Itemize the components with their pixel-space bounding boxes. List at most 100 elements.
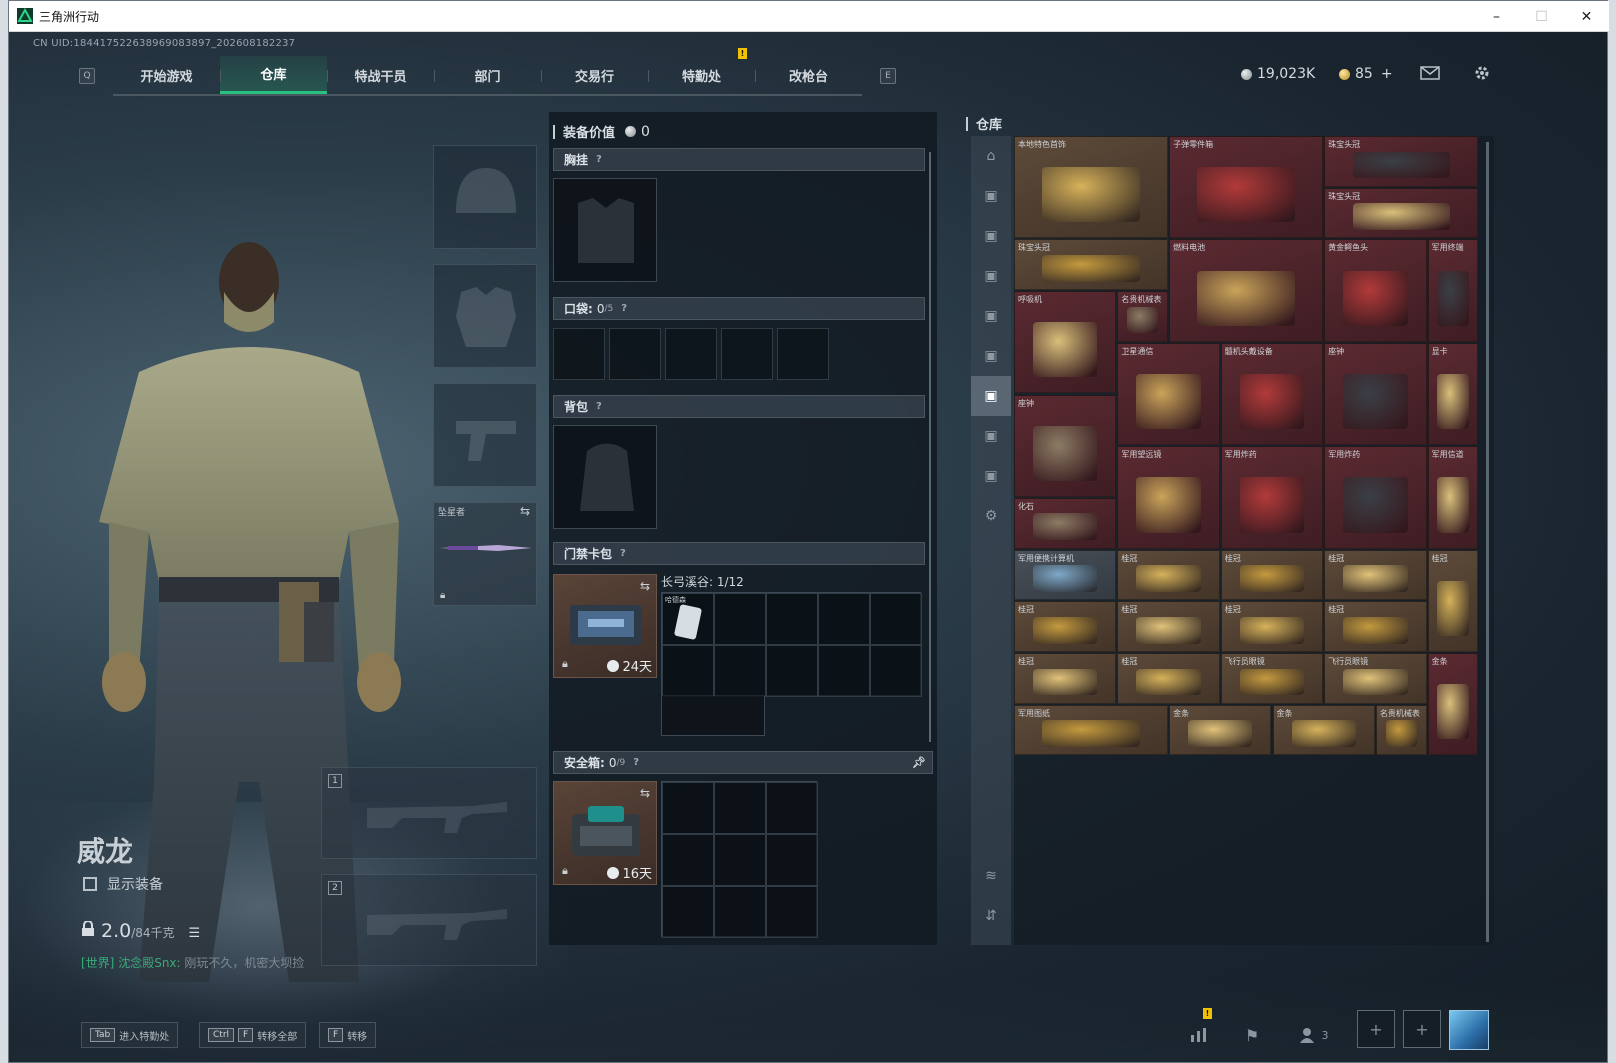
chest-rig-slot[interactable] [553, 178, 657, 282]
tab-special-service[interactable]: 特勤处! [648, 48, 755, 94]
safe-box-slot[interactable] [662, 886, 714, 938]
tab-department[interactable]: 部门 [434, 56, 541, 94]
warehouse-item[interactable]: 飞行员眼镜 [1324, 653, 1427, 704]
warehouse-page-3-icon[interactable]: ▣ [971, 256, 1011, 296]
warehouse-item[interactable]: 黄金鳄鱼头 [1324, 239, 1427, 342]
keycard-slot[interactable] [870, 593, 922, 645]
transfer-all-hint[interactable]: Ctrl F 转移全部 [199, 1022, 307, 1048]
keycard-slot[interactable]: 哈德森 [662, 593, 714, 645]
keycard-slot[interactable] [818, 593, 870, 645]
tab-start-game[interactable]: 开始游戏 [113, 56, 220, 94]
primary-weapon-slot-2[interactable]: 2 [321, 874, 537, 966]
warehouse-item[interactable]: 军用终端 [1427, 239, 1479, 342]
add-currency-button[interactable]: + [1381, 66, 1393, 82]
warehouse-settings-gear-icon[interactable]: ⚙ [971, 496, 1011, 536]
warehouse-item[interactable]: 名贵机械表 [1117, 291, 1169, 342]
warehouse-item[interactable]: 桂冠 [1014, 653, 1117, 704]
pocket-slot[interactable] [609, 328, 661, 380]
enter-special-service-hint[interactable]: Tab 进入特勤处 [81, 1022, 179, 1048]
show-equipment-toggle[interactable]: 显示装备 [83, 874, 163, 894]
show-equipment-checkbox[interactable] [83, 877, 97, 891]
pocket-slot[interactable] [777, 328, 829, 380]
prev-tab-key[interactable]: Q [79, 68, 95, 84]
pin-icon[interactable]: 📌︎ [912, 756, 926, 769]
safe-box-item[interactable]: ⇆ 🔒︎ 16天 [553, 781, 657, 885]
swap-icon[interactable]: ⇆ [520, 504, 530, 518]
warehouse-scrollbar[interactable] [1486, 142, 1489, 942]
safe-box-slot[interactable] [766, 886, 818, 938]
tab-operators[interactable]: 特战干员 [327, 56, 434, 94]
warehouse-item[interactable]: 军用望远镜 [1117, 446, 1220, 549]
safe-box-slot[interactable] [714, 782, 766, 834]
warehouse-page-5-icon[interactable]: ▣ [971, 336, 1011, 376]
backpack-slot[interactable] [553, 425, 657, 529]
swap-icon[interactable]: ⇆ [640, 579, 650, 593]
warehouse-item[interactable]: 军用便携计算机 [1014, 549, 1117, 601]
warehouse-item[interactable]: 座钟 [1014, 394, 1117, 497]
melee-slot[interactable]: 坠星者 ⇆ 🔒︎ [433, 502, 537, 606]
player-avatar[interactable] [1449, 1010, 1489, 1050]
pocket-slot[interactable] [665, 328, 717, 380]
keycard-slot[interactable] [662, 645, 714, 697]
warehouse-page-6-icon[interactable]: ▣ [971, 376, 1011, 416]
tab-trading[interactable]: 交易行 [541, 56, 648, 94]
warehouse-item[interactable]: 军用图纸 [1014, 704, 1169, 756]
warehouse-all-icon[interactable]: ⌂ [971, 136, 1011, 176]
next-tab-key[interactable]: E [880, 68, 896, 84]
warehouse-item[interactable]: 金条 [1272, 704, 1375, 756]
warehouse-page-1-icon[interactable]: ▣ [971, 176, 1011, 216]
tab-warehouse[interactable]: 仓库 [220, 56, 327, 94]
safe-box-slot[interactable] [662, 834, 714, 886]
help-icon[interactable]: ? [596, 154, 602, 165]
warehouse-item[interactable]: 本地特色首饰 [1014, 136, 1169, 239]
close-button[interactable]: ✕ [1564, 1, 1609, 32]
warehouse-item[interactable]: 珠宝头冠 [1014, 239, 1169, 291]
add-squad-slot-button[interactable]: + [1403, 1010, 1441, 1048]
keycard-slot[interactable] [818, 645, 870, 697]
warehouse-item[interactable]: 座钟 [1324, 342, 1427, 446]
warehouse-item[interactable]: 桂冠 [1324, 549, 1427, 601]
tab-gunsmith[interactable]: 改枪台 [755, 56, 862, 94]
warehouse-item[interactable]: 桂冠 [1427, 549, 1479, 652]
warehouse-item[interactable]: 桂冠 [1324, 601, 1427, 652]
keycard-slot[interactable] [766, 593, 818, 645]
warehouse-item[interactable]: 金条 [1169, 704, 1272, 756]
add-squad-slot-button[interactable]: + [1357, 1010, 1395, 1048]
warehouse-item[interactable]: 名贵机械表 [1375, 704, 1427, 756]
safe-box-slot[interactable] [766, 834, 818, 886]
warehouse-item[interactable]: 金条 [1427, 653, 1479, 756]
warehouse-item[interactable]: 桂冠 [1014, 601, 1117, 652]
warehouse-item[interactable]: 珠宝头冠 [1324, 187, 1479, 239]
safe-box-slot[interactable] [766, 782, 818, 834]
flag-icon[interactable]: ⚑ [1237, 1022, 1267, 1048]
warehouse-page-7-icon[interactable]: ▣ [971, 416, 1011, 456]
friends-icon[interactable]: 3 [1291, 1022, 1337, 1048]
maximize-button[interactable]: ☐ [1519, 1, 1564, 32]
stats-chart-icon[interactable]: ! [1184, 1008, 1214, 1048]
warehouse-item[interactable]: 飞行员眼镜 [1220, 653, 1324, 704]
world-chat[interactable]: [世界] 沈念殿Snx: 刚玩不久，机密大坝捡 [81, 954, 304, 971]
warehouse-item[interactable]: 桂冠 [1117, 601, 1220, 652]
warehouse-item[interactable]: 军用炸药 [1220, 446, 1324, 549]
safe-box-slot[interactable] [714, 886, 766, 938]
help-icon[interactable]: ? [621, 303, 627, 314]
pocket-slot[interactable] [553, 328, 605, 380]
safe-box-slot[interactable] [662, 782, 714, 834]
helmet-slot[interactable] [433, 145, 537, 249]
help-icon[interactable]: ? [620, 548, 626, 559]
pocket-slot[interactable] [721, 328, 773, 380]
keycard-case-item[interactable]: ⇆ 🔒︎ 24天 [553, 574, 657, 678]
layers-icon[interactable]: ≋ [971, 856, 1011, 896]
safe-box-slot[interactable] [714, 834, 766, 886]
warehouse-item[interactable]: 显卡 [1427, 342, 1479, 446]
warehouse-item[interactable]: 桂冠 [1220, 549, 1324, 601]
help-icon[interactable]: ? [596, 401, 602, 412]
warehouse-item[interactable]: 军用信道 [1427, 446, 1479, 549]
warehouse-item[interactable]: 桂冠 [1117, 653, 1220, 704]
swap-icon[interactable]: ⇆ [640, 786, 650, 800]
warehouse-page-2-icon[interactable]: ▣ [971, 216, 1011, 256]
transfer-hint[interactable]: F 转移 [319, 1022, 377, 1048]
equipment-scrollbar[interactable] [929, 152, 931, 742]
keycard-slot[interactable] [714, 593, 766, 645]
warehouse-item[interactable]: 桂冠 [1117, 549, 1220, 601]
